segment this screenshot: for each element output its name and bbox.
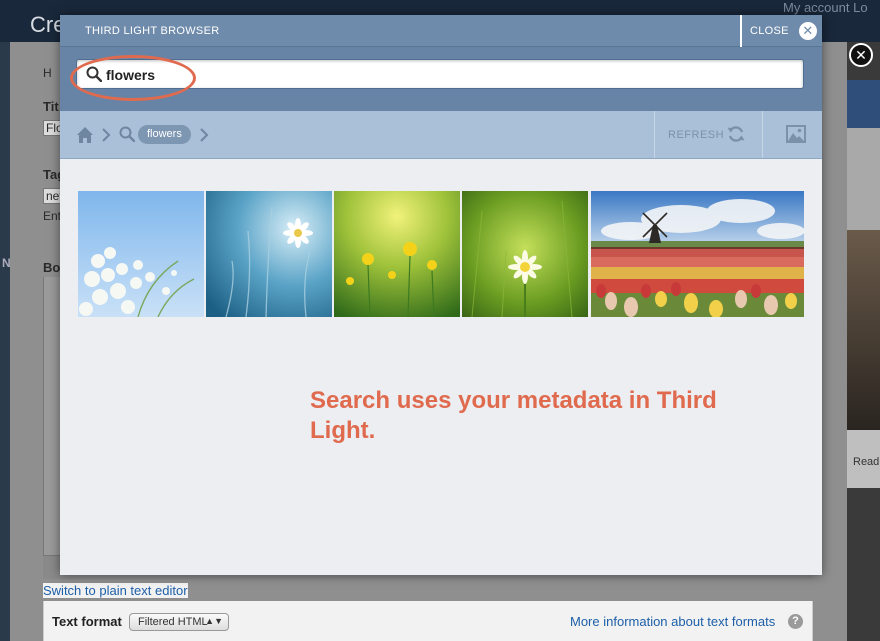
overlay-close-icon[interactable]: ✕ <box>849 43 873 67</box>
background-account-links[interactable]: My account Lo <box>783 0 868 15</box>
text-format-value: Filtered HTML <box>138 616 208 628</box>
yellow-buttercups-image <box>334 191 460 317</box>
modal-title: THIRD LIGHT BROWSER <box>85 25 220 37</box>
switch-plain-text-link[interactable]: Switch to plain text editor <box>43 583 188 598</box>
windmill-tulips-image <box>591 191 804 317</box>
background-breadcrumb[interactable]: H <box>43 66 52 80</box>
help-icon[interactable]: ? <box>788 614 803 629</box>
image-icon[interactable] <box>786 125 806 143</box>
background-body-label: Bo <box>43 260 61 275</box>
chevron-right-icon <box>200 128 209 142</box>
thumbnail-daisy-teal[interactable] <box>206 191 332 317</box>
refresh-icon[interactable] <box>726 124 746 144</box>
thumbnail-yellow-buttercups[interactable] <box>334 191 460 317</box>
third-light-browser-modal: THIRD LIGHT BROWSER CLOSE ✕ flowers flow… <box>60 15 822 575</box>
thumbnail-dandelion-green[interactable] <box>462 191 588 317</box>
dandelion-green-image <box>462 191 588 317</box>
background-side-letter: N <box>2 256 11 270</box>
annotation-text: Search uses your metadata in Third Light… <box>310 387 717 444</box>
search-icon[interactable] <box>119 126 135 142</box>
results-area: Search uses your metadata in Third Light… <box>60 160 822 575</box>
chevron-right-icon <box>102 128 111 142</box>
text-format-select[interactable]: Filtered HTML ▲▼ <box>129 613 229 631</box>
thumbnail-windmill-tulips[interactable] <box>591 191 804 317</box>
home-icon[interactable] <box>76 126 94 144</box>
background-right-photo <box>847 230 880 430</box>
modal-close-label: CLOSE <box>750 25 789 37</box>
background-left-strip <box>0 42 10 641</box>
daisy-teal-image <box>206 191 332 317</box>
breadcrumb-search-term[interactable]: flowers <box>138 125 191 144</box>
toolbar-separator <box>654 111 655 158</box>
background-right-block <box>847 80 880 128</box>
refresh-label[interactable]: REFRESH <box>668 129 724 141</box>
background-tags-help: Ent <box>43 209 62 223</box>
background-right-panel <box>847 128 880 230</box>
select-arrows-icon: ▲▼ <box>205 616 223 626</box>
background-title-label: Tit <box>43 99 59 114</box>
thumbnail-white-blossoms[interactable] <box>78 191 204 317</box>
text-format-info-link[interactable]: More information about text formats <box>570 614 775 629</box>
browser-toolbar: flowers REFRESH <box>60 111 822 159</box>
toolbar-separator <box>762 111 763 158</box>
modal-close-button[interactable]: CLOSE ✕ <box>740 15 822 47</box>
search-band: flowers <box>60 47 822 111</box>
highlight-ring <box>70 55 196 101</box>
text-format-label: Text format <box>52 614 122 629</box>
background-read-link[interactable]: Read <box>853 456 879 468</box>
modal-header: THIRD LIGHT BROWSER CLOSE ✕ <box>60 15 822 47</box>
close-icon: ✕ <box>798 22 817 40</box>
white-blossoms-image <box>78 191 204 317</box>
